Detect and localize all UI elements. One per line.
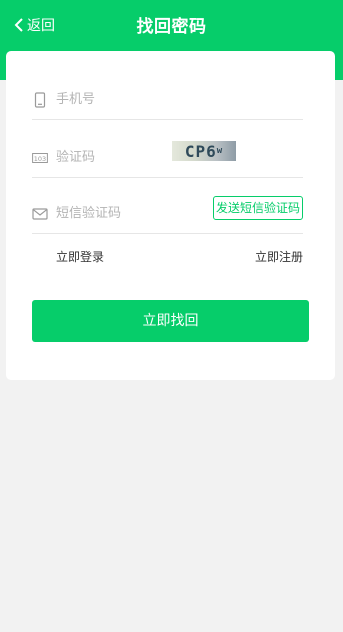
register-link[interactable]: 立即注册 bbox=[255, 248, 303, 265]
send-sms-button[interactable]: 发送短信验证码 bbox=[212, 196, 303, 220]
auth-links: 立即登录 立即注册 bbox=[56, 248, 303, 266]
sms-row: 发送短信验证码 bbox=[32, 194, 303, 234]
sms-code-input[interactable] bbox=[56, 194, 186, 232]
captcha-row: 103 CP6w bbox=[32, 138, 303, 178]
captcha-text-small: w bbox=[216, 146, 224, 156]
recover-submit-button[interactable]: 立即找回 bbox=[32, 300, 309, 342]
phone-input[interactable] bbox=[56, 80, 186, 118]
phone-icon bbox=[34, 91, 46, 108]
page-title: 找回密码 bbox=[136, 17, 207, 37]
phone-row bbox=[32, 80, 303, 120]
app-root: 返回 找回密码 103 CP6w bbox=[0, 0, 343, 632]
captcha-image[interactable]: CP6 w bbox=[172, 141, 236, 161]
svg-text:103: 103 bbox=[34, 155, 46, 163]
captcha-input[interactable] bbox=[56, 138, 186, 176]
form-card: 103 CP6w 发送短信验证码 立即登录 立即注册 立即找回 bbox=[6, 51, 335, 380]
captcha-text: CP6 bbox=[184, 141, 217, 161]
login-link[interactable]: 立即登录 bbox=[56, 248, 104, 265]
captcha-icon: 103 bbox=[32, 152, 48, 163]
mail-icon bbox=[32, 207, 48, 220]
